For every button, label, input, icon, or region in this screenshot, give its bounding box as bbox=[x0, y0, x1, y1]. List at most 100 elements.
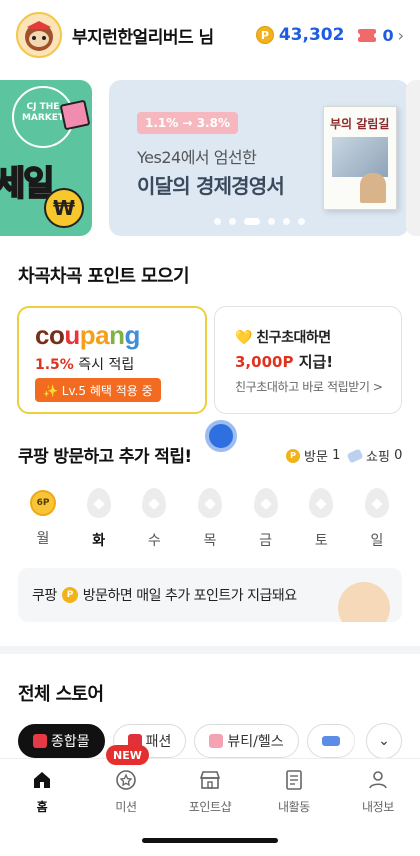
friend-invite-point: 3,000P 지급! bbox=[235, 351, 333, 372]
app-header: 부지런한얼리버드 님 P 43,302 0 › bbox=[0, 0, 420, 70]
day-label: 화 bbox=[92, 533, 106, 549]
cosmetic-bottle-icon bbox=[209, 734, 224, 748]
coupang-logo-letter: p bbox=[79, 320, 96, 350]
chevron-right-icon: › bbox=[397, 25, 404, 45]
category-chip-label: 종합몰 bbox=[51, 734, 90, 750]
carousel-dot[interactable] bbox=[228, 218, 236, 225]
shopping-bag-icon bbox=[33, 734, 47, 748]
day-label: 월 bbox=[36, 531, 50, 547]
friend-invite-link[interactable]: 친구초대하고 바로 적립받기 > bbox=[235, 378, 383, 395]
friend-invite-title: 💛 친구초대하면 bbox=[235, 330, 331, 346]
banner-slide-current[interactable]: 1.1% → 3.8% Yes24에서 엄선한 이달의 경제경영서 부의 갈림길 bbox=[109, 80, 409, 236]
carousel-dot[interactable] bbox=[267, 218, 275, 225]
day-label: 수 bbox=[147, 533, 161, 549]
notice-text: 방문하면 매일 추가 포인트가 지급돼요 bbox=[82, 588, 297, 604]
day-label: 토 bbox=[314, 533, 328, 549]
coupang-logo-letter: c bbox=[35, 320, 49, 350]
profile-avatar[interactable] bbox=[16, 12, 62, 58]
coupang-logo-letter: g bbox=[124, 320, 141, 350]
nav-item-4[interactable]: 내정보 bbox=[336, 759, 420, 823]
attendance-day: 화 bbox=[80, 488, 118, 550]
egg-icon bbox=[197, 488, 222, 518]
coupang-rate-suffix: 즉시 적립 bbox=[78, 357, 135, 373]
nav-label: 포인트샵 bbox=[188, 799, 232, 814]
coupang-logo-letter: n bbox=[109, 320, 125, 350]
points-summary[interactable]: P 43,302 0 › bbox=[255, 25, 404, 45]
point-coin-icon: P bbox=[61, 587, 78, 603]
chevron-down-icon: ⌄ bbox=[378, 733, 390, 749]
book-title: 부의 갈림길 bbox=[330, 117, 390, 131]
egg-icon bbox=[309, 488, 334, 518]
carousel-dot[interactable] bbox=[213, 218, 221, 225]
carousel-dot[interactable] bbox=[297, 218, 305, 225]
new-badge: NEW bbox=[106, 745, 149, 765]
banner-subtitle: Yes24에서 엄선한 bbox=[137, 148, 257, 167]
coupang-logo: coupang bbox=[35, 320, 140, 351]
coupang-logo-letter: a bbox=[95, 320, 110, 350]
points-section-title: 차곡차곡 포인트 모으기 bbox=[18, 266, 190, 287]
attendance-day: 수 bbox=[135, 488, 173, 550]
attendance-day: 일 bbox=[358, 488, 396, 550]
nav-item-1[interactable]: 미션 bbox=[84, 759, 168, 823]
category-chip[interactable]: 뷰티/헬스 bbox=[194, 724, 299, 758]
attendance-day: 6P 월 bbox=[24, 488, 62, 550]
friend-point-suffix: 지급! bbox=[298, 353, 334, 371]
day-label: 일 bbox=[370, 533, 384, 549]
carousel-dot[interactable] bbox=[282, 218, 290, 225]
banner-title: 이달의 경제경영서 bbox=[137, 174, 285, 198]
banner-slide-next[interactable] bbox=[406, 80, 420, 236]
banner-slide-previous[interactable]: CJ THE MARKET 세일 ₩ bbox=[0, 80, 92, 236]
coupang-card[interactable]: coupang 1.5% 즉시 적립 ✨ Lv.5 혜택 적용 중 bbox=[17, 306, 207, 414]
coupang-logo-letter: u bbox=[64, 320, 80, 350]
egg-icon bbox=[253, 488, 278, 518]
ticket-icon bbox=[355, 28, 380, 42]
store-section-title: 전체 스토어 bbox=[18, 684, 104, 705]
egg-icon bbox=[86, 488, 111, 518]
nav-label: 홈 bbox=[36, 799, 48, 814]
nav-item-2[interactable]: 포인트샵 bbox=[168, 759, 252, 823]
category-chip[interactable]: 종합몰 bbox=[18, 724, 105, 758]
friend-invite-card[interactable]: 💛 친구초대하면 3,000P 지급! 친구초대하고 바로 적립받기 > bbox=[214, 306, 402, 414]
section-divider bbox=[0, 646, 420, 654]
points-balance: 43,302 bbox=[278, 25, 345, 45]
day-label: 목 bbox=[203, 533, 217, 549]
visit-count: 1 bbox=[332, 448, 341, 463]
visit-section-title: 쿠팡 방문하고 추가 적립! bbox=[18, 447, 192, 467]
level-benefit-button[interactable]: ✨ Lv.5 혜택 적용 중 bbox=[35, 378, 161, 402]
book-illustration bbox=[332, 137, 388, 177]
carousel-dot-active[interactable] bbox=[243, 218, 260, 225]
book-cover-image: 부의 갈림길 bbox=[323, 106, 397, 210]
day-label: 금 bbox=[259, 533, 273, 549]
coupang-rate-value: 1.5% bbox=[35, 357, 74, 373]
coupang-rate: 1.5% 즉시 적립 bbox=[35, 354, 134, 374]
attendance-day: 토 bbox=[302, 488, 340, 550]
expand-categories-button[interactable]: ⌄ bbox=[366, 723, 402, 759]
author-photo bbox=[360, 173, 386, 203]
shop-label: 쇼핑 bbox=[366, 450, 390, 465]
visit-label: 방문 bbox=[304, 450, 328, 465]
shop-count: 0 bbox=[394, 448, 403, 463]
weekly-attendance: 6P 월 화 수 목 금 토 일 bbox=[10, 488, 410, 550]
home-indicator bbox=[142, 838, 278, 843]
nav-item-3[interactable]: 내활동 bbox=[252, 759, 336, 823]
category-chip-label: 뷰티/헬스 bbox=[227, 734, 284, 750]
store-category-chips: 종합몰 패션 뷰티/헬스 bbox=[18, 724, 355, 758]
friend-point-value: 3,000P bbox=[235, 353, 294, 371]
visit-count-stat: P 방문 1 bbox=[286, 446, 340, 465]
carousel-indicator bbox=[109, 218, 409, 225]
egg-icon bbox=[364, 488, 389, 518]
ticket-pill-icon bbox=[346, 448, 364, 463]
ticket-count: 0 bbox=[382, 25, 394, 45]
nav-item-0[interactable]: 홈 bbox=[0, 759, 84, 823]
sloth-mascot-icon bbox=[25, 21, 53, 51]
activity-receipt-icon bbox=[282, 768, 306, 792]
rate-badge: 1.1% → 3.8% bbox=[137, 112, 238, 134]
store-icon bbox=[198, 768, 222, 792]
coupang-logo-letter: o bbox=[48, 320, 65, 350]
category-chip-label: 패션 bbox=[145, 734, 172, 750]
gift-icon bbox=[59, 99, 91, 131]
attendance-day: 목 bbox=[191, 488, 229, 550]
home-icon bbox=[30, 768, 54, 792]
category-chip[interactable] bbox=[306, 724, 355, 758]
sloth-character-image bbox=[338, 582, 390, 622]
